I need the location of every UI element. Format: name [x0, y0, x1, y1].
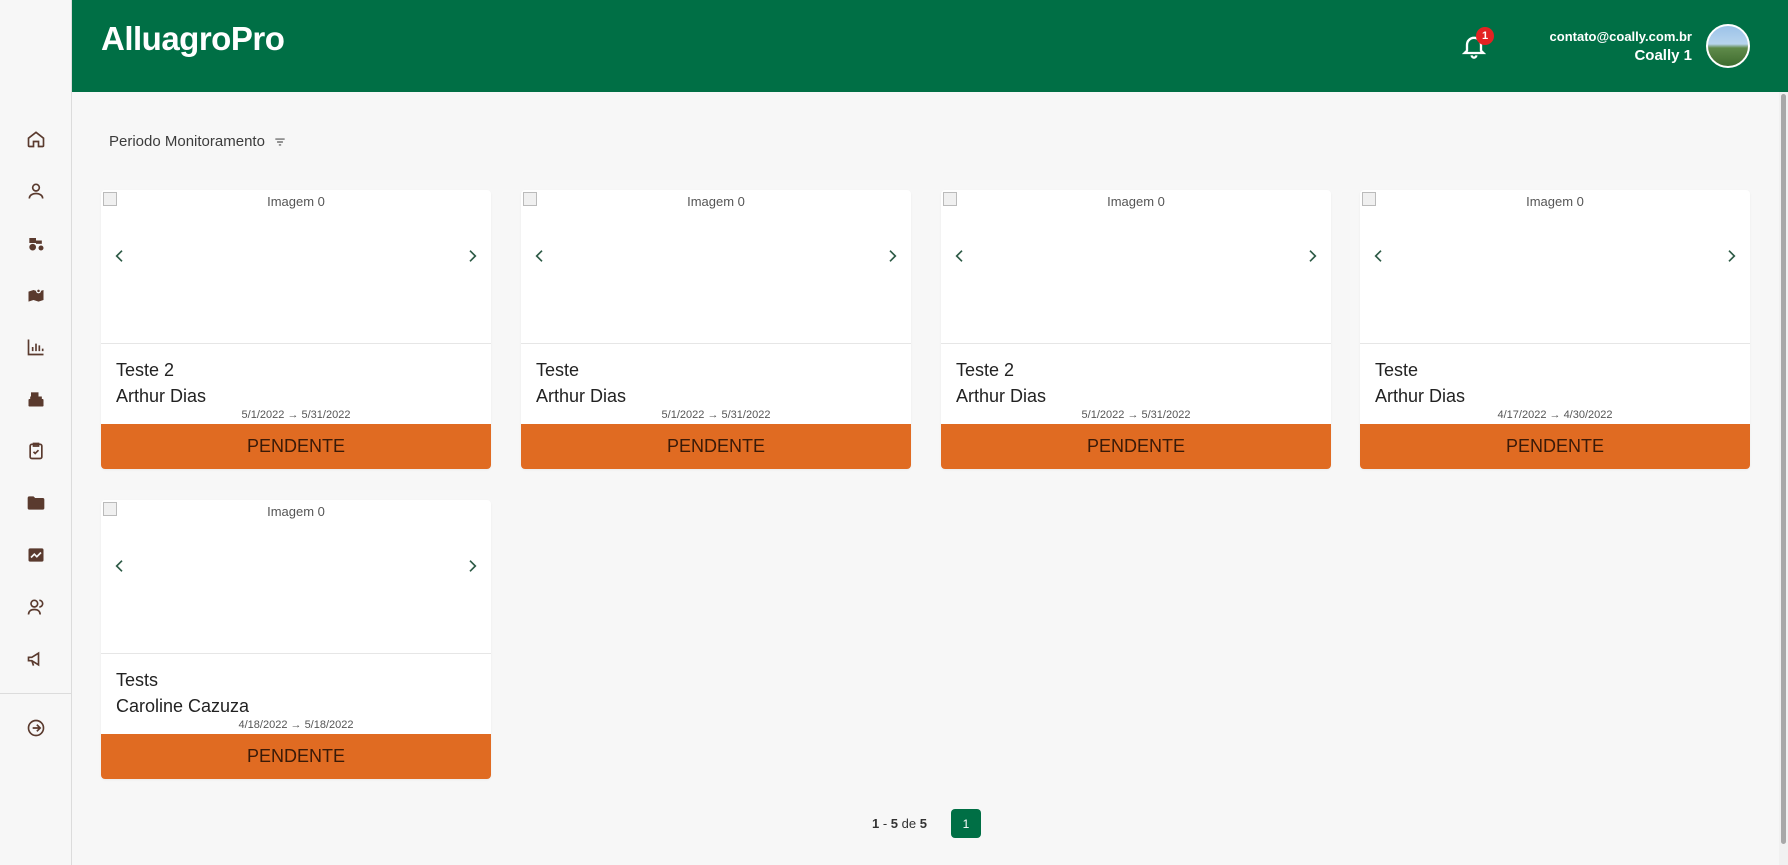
folder-icon[interactable]	[24, 491, 48, 515]
bar-chart-icon[interactable]	[24, 335, 48, 359]
date-start: 5/1/2022	[661, 409, 705, 421]
card-owner: Caroline Cazuza	[116, 696, 250, 716]
scrollbar-thumb[interactable]	[1781, 94, 1786, 844]
top-header: AlluagroPro 1 contato@coally.com.br Coal…	[72, 0, 1788, 92]
chevron-left-icon[interactable]	[950, 244, 970, 268]
date-end: 5/31/2022	[301, 409, 351, 421]
arrow-right-icon: →	[287, 409, 299, 421]
sidebar	[0, 0, 72, 865]
monitoring-card[interactable]: Imagem 0 Teste Arthur Dias 4/17/2022 → 4…	[1360, 190, 1750, 469]
date-start: 5/1/2022	[241, 409, 285, 421]
image-alt-text: Imagem 0	[267, 504, 325, 519]
card-title: Teste 2	[956, 360, 1015, 380]
date-start: 5/1/2022	[1081, 409, 1125, 421]
card-date-range: 5/1/2022 → 5/31/2022	[101, 409, 491, 421]
cash-register-icon[interactable]	[24, 387, 48, 411]
users-icon[interactable]	[24, 595, 48, 619]
date-end: 5/31/2022	[721, 409, 771, 421]
status-button[interactable]: PENDENTE	[521, 424, 911, 469]
chevron-right-icon[interactable]	[462, 244, 482, 268]
monitoring-card[interactable]: Imagem 0 Tests Caroline Cazuza 4/18/2022…	[101, 500, 491, 779]
pagination-to: 5	[890, 816, 899, 831]
monitoring-card[interactable]: Imagem 0 Teste Arthur Dias 5/1/2022 → 5/…	[521, 190, 911, 469]
card-date-range: 4/17/2022 → 4/30/2022	[1360, 409, 1750, 421]
chevron-left-icon[interactable]	[110, 554, 130, 578]
tractor-icon[interactable]	[24, 231, 48, 255]
card-owner: Arthur Dias	[536, 386, 627, 406]
card-image-carousel: Imagem 0	[521, 190, 911, 344]
card-image-carousel: Imagem 0	[101, 190, 491, 344]
date-end: 5/18/2022	[304, 719, 354, 731]
avatar[interactable]	[1706, 24, 1750, 68]
home-icon[interactable]	[24, 127, 48, 151]
arrow-right-icon: →	[1127, 409, 1139, 421]
card-date-range: 5/1/2022 → 5/31/2022	[521, 409, 911, 421]
chevron-right-icon[interactable]	[1302, 244, 1322, 268]
sidebar-divider	[0, 693, 72, 694]
chevron-left-icon[interactable]	[530, 244, 550, 268]
image-alt-text: Imagem 0	[1526, 194, 1584, 209]
monitor-chart-icon[interactable]	[24, 543, 48, 567]
status-button[interactable]: PENDENTE	[941, 424, 1331, 469]
pagination-summary: 1 - 5 de 5	[872, 816, 927, 831]
monitoring-card[interactable]: Imagem 0 Teste 2 Arthur Dias 5/1/2022 → …	[101, 190, 491, 469]
monitoring-card[interactable]: Imagem 0 Teste 2 Arthur Dias 5/1/2022 → …	[941, 190, 1331, 469]
image-alt-text: Imagem 0	[267, 194, 325, 209]
pagination-page-button[interactable]: 1	[951, 809, 981, 838]
arrow-circle-right-icon[interactable]	[24, 716, 48, 740]
user-info[interactable]: contato@coally.com.br Coally 1	[1550, 29, 1692, 64]
card-date-range: 5/1/2022 → 5/31/2022	[941, 409, 1331, 421]
arrow-right-icon: →	[290, 719, 302, 731]
status-button[interactable]: PENDENTE	[1360, 424, 1750, 469]
megaphone-icon[interactable]	[24, 647, 48, 671]
card-owner: Arthur Dias	[116, 386, 207, 406]
card-owner: Arthur Dias	[1375, 386, 1466, 406]
user-name: Coally 1	[1634, 47, 1692, 64]
card-date-range: 4/18/2022 → 5/18/2022	[101, 719, 491, 731]
map-icon[interactable]	[24, 283, 48, 307]
clipboard-check-icon[interactable]	[24, 439, 48, 463]
date-end: 4/30/2022	[1563, 409, 1613, 421]
app-logo[interactable]: AlluagroPro	[101, 20, 285, 58]
pagination-of-label: de	[901, 816, 917, 831]
image-alt-text: Imagem 0	[1107, 194, 1165, 209]
date-start: 4/18/2022	[238, 719, 288, 731]
card-image-carousel: Imagem 0	[101, 500, 491, 654]
card-title: Teste	[1375, 360, 1419, 380]
chevron-left-icon[interactable]	[1369, 244, 1389, 268]
chevron-right-icon[interactable]	[1721, 244, 1741, 268]
pagination-total: 5	[919, 816, 927, 831]
chevron-right-icon[interactable]	[462, 554, 482, 578]
chevron-left-icon[interactable]	[110, 244, 130, 268]
status-button[interactable]: PENDENTE	[101, 424, 491, 469]
notification-badge: 1	[1476, 27, 1494, 45]
card-owner: Arthur Dias	[956, 386, 1047, 406]
user-email: contato@coally.com.br	[1549, 29, 1692, 44]
arrow-right-icon: →	[1549, 409, 1561, 421]
card-image-carousel: Imagem 0	[941, 190, 1331, 344]
date-start: 4/17/2022	[1497, 409, 1547, 421]
status-button[interactable]: PENDENTE	[101, 734, 491, 779]
image-alt-text: Imagem 0	[687, 194, 745, 209]
chevron-right-icon[interactable]	[882, 244, 902, 268]
date-end: 5/31/2022	[1141, 409, 1191, 421]
period-filter[interactable]: Periodo Monitoramento	[109, 133, 287, 150]
card-image-carousel: Imagem 0	[1360, 190, 1750, 344]
scrollbar[interactable]	[1779, 92, 1788, 865]
filter-icon[interactable]	[273, 135, 287, 149]
arrow-right-icon: →	[707, 409, 719, 421]
pagination-from: 1	[872, 816, 880, 831]
card-title: Teste 2	[116, 360, 175, 380]
card-title: Teste	[536, 360, 580, 380]
card-title: Tests	[116, 670, 159, 690]
user-icon[interactable]	[24, 179, 48, 203]
period-filter-label: Periodo Monitoramento	[109, 133, 265, 150]
